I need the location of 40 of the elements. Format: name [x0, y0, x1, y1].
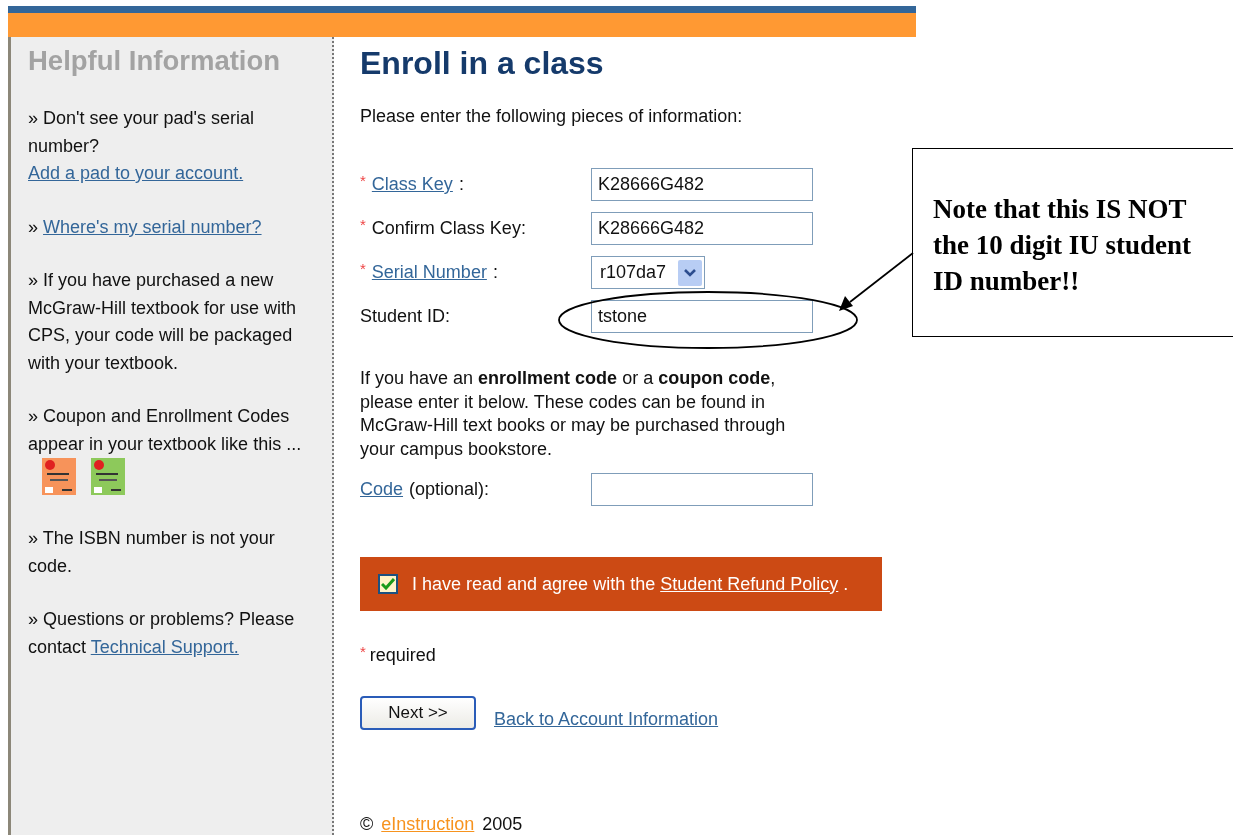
help-link[interactable]: Technical Support. [90, 636, 239, 657]
field-label: Confirm Class Key: [371, 218, 526, 239]
help-text: » Coupon and Enrollment Codes appear in your textbook like this ... [28, 405, 303, 456]
copyright-symbol: © [360, 814, 374, 835]
help-text: » Don't see your pad's serial number? Add a pad to your account. [28, 107, 255, 185]
text-field[interactable]: K28666G482 [591, 168, 813, 201]
sidebar-title: Helpful Information [28, 45, 282, 77]
label-suffix: : [458, 174, 464, 195]
field-label-link[interactable]: Serial Number [371, 262, 487, 283]
help-link[interactable]: Where's my serial number? [43, 216, 262, 237]
copyright-year: 2005 [482, 814, 523, 835]
back-link[interactable]: Back to Account Information [494, 709, 719, 730]
agree-checkbox[interactable] [378, 574, 398, 594]
label-suffix: (optional): [409, 479, 490, 500]
text-field[interactable]: tstone [591, 300, 813, 333]
required-note: required [369, 645, 436, 666]
help-text: » Questions or problems? Please contact Technical Support. [28, 608, 296, 659]
required-marker: * [360, 216, 366, 233]
field-label-link[interactable]: Class Key [371, 174, 453, 195]
dropdown-caret-icon [678, 259, 702, 286]
required-marker: * [360, 260, 366, 277]
help-text: » The ISBN number is not your code. [28, 527, 276, 578]
required-marker: * [360, 643, 366, 660]
serial-select[interactable]: r107da7 [591, 256, 705, 289]
code-note: If you have an enrollment code or a coupon code, please enter it below. These codes can be found in McGraw-Hill text books or may be purchased through your campus bookstore. [360, 367, 787, 461]
agree-text: I have read and agree with the Student Refund Policy . [412, 573, 849, 595]
callout-text: Note that this IS NOT the 10 digit IU student ID number!! [933, 193, 1193, 298]
next-button[interactable]: Next >> [360, 696, 476, 730]
text-field[interactable]: K28666G482 [591, 212, 813, 245]
field-label-link[interactable]: Code [360, 479, 404, 500]
field-label: Student ID: [360, 306, 451, 327]
label-suffix: : [492, 262, 498, 283]
help-text: » Where's my serial number? [28, 215, 263, 239]
code-field[interactable] [591, 473, 813, 506]
intro-text: Please enter the following pieces of information: [360, 106, 744, 127]
help-link[interactable]: Add a pad to your account. [28, 163, 244, 183]
help-text: » If you have purchased a new McGraw-Hill textbook for use with CPS, your code will be packaged with your textbook. [28, 269, 298, 375]
page-title: Enroll in a class [360, 45, 605, 82]
refund-policy-link[interactable]: Student Refund Policy [660, 573, 839, 594]
required-marker: * [360, 172, 366, 189]
